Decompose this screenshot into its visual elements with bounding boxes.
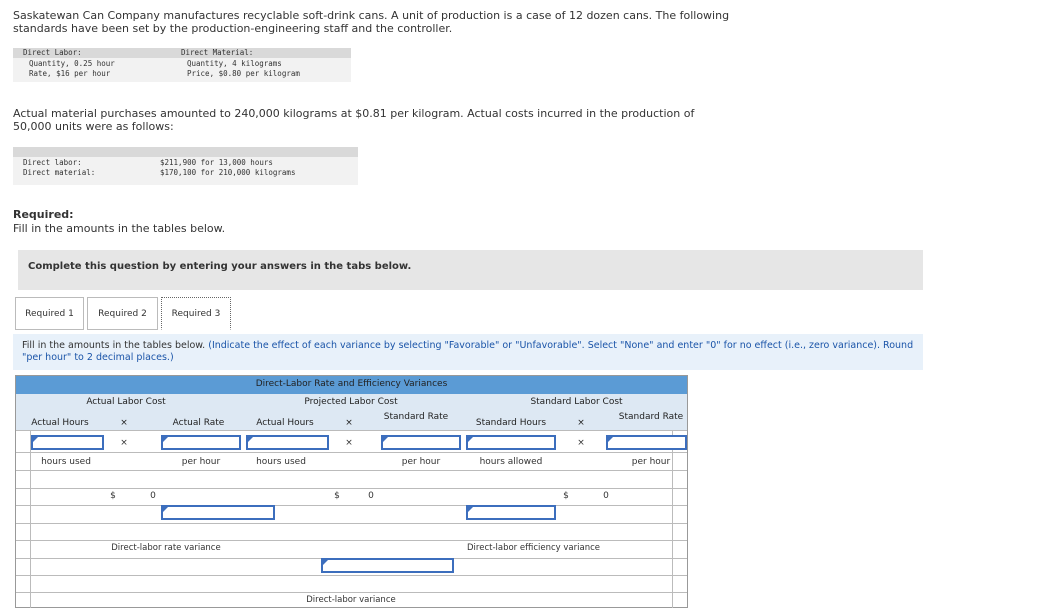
required-title: Required:	[13, 208, 74, 221]
col-actual-hours: Actual Hours	[31, 418, 89, 428]
col-actual-rate: Actual Rate	[172, 418, 225, 428]
unit-hours-allowed: hours allowed	[479, 457, 543, 467]
std-material-qty: Quantity, 4 kilograms	[187, 59, 282, 68]
std-labor-rate: Rate, $16 per hour	[29, 69, 111, 78]
instructions-panel: Fill in the amounts in the tables below.…	[13, 334, 923, 370]
efficiency-variance-amount-input[interactable]	[466, 505, 556, 520]
table-title: Direct-Labor Rate and Efficiency Varianc…	[255, 379, 448, 389]
actual-total-value: 0	[150, 491, 156, 501]
rate-variance-label: Direct-labor rate variance	[111, 543, 221, 553]
dollar-sign: $	[563, 491, 569, 501]
actual-rate-input[interactable]	[161, 435, 241, 450]
col-standard-hours: Standard Hours	[475, 418, 547, 428]
group-standard-labor-cost: Standard Labor Cost	[530, 397, 623, 407]
std-material-price: Price, $0.80 per kilogram	[187, 69, 300, 78]
standard-hours-input[interactable]	[466, 435, 556, 450]
times-sign: ×	[577, 438, 585, 448]
unit-per-hour-3: per hour	[631, 457, 671, 467]
projected-actual-hours-input[interactable]	[246, 435, 329, 450]
std-material-header: Direct Material:	[181, 48, 254, 57]
col-actual-hours-2: Actual Hours	[256, 418, 314, 428]
tab-required-3[interactable]: Required 3	[161, 297, 231, 330]
unit-hours-used-2: hours used	[256, 457, 306, 467]
dollar-sign: $	[110, 491, 116, 501]
unit-per-hour: per hour	[181, 457, 221, 467]
tab-required-1[interactable]: Required 1	[15, 297, 84, 330]
actual-costs-text: Actual material purchases amounted to 24…	[13, 107, 695, 133]
actual-labor-value: $211,900 for 13,000 hours	[160, 158, 273, 167]
col-standard-rate: Standard Rate	[383, 412, 449, 422]
col-standard-rate-2: Standard Rate	[618, 412, 684, 422]
group-projected-labor-cost: Projected Labor Cost	[304, 397, 398, 407]
projected-total-value: 0	[368, 491, 374, 501]
unit-hours-used: hours used	[41, 457, 91, 467]
actual-material-value: $170,100 for 210,000 kilograms	[160, 168, 296, 177]
tab-required-2[interactable]: Required 2	[87, 297, 158, 330]
times-sign: ×	[345, 438, 353, 448]
actual-material-label: Direct material:	[23, 168, 96, 177]
times-sign: ×	[120, 418, 128, 428]
group-actual-labor-cost: Actual Labor Cost	[86, 397, 166, 407]
std-labor-qty: Quantity, 0.25 hour	[29, 59, 115, 68]
actual-hours-input[interactable]	[31, 435, 104, 450]
variance-table: Direct-Labor Rate and Efficiency Varianc…	[15, 375, 688, 608]
instructions-plain: Fill in the amounts in the tables below.	[22, 340, 206, 351]
unit-per-hour-2: per hour	[401, 457, 441, 467]
rate-variance-amount-input[interactable]	[161, 505, 275, 520]
std-labor-header: Direct Labor:	[23, 48, 82, 57]
standards-box: Direct Labor: Quantity, 0.25 hour Rate, …	[13, 48, 351, 82]
efficiency-variance-label: Direct-labor efficiency variance	[467, 543, 600, 553]
labor-variance-label: Direct-labor variance	[306, 595, 396, 605]
standard-total-value: 0	[603, 491, 609, 501]
standard-rate-input[interactable]	[606, 435, 687, 450]
times-sign: ×	[345, 418, 353, 428]
complete-banner-text: Complete this question by entering your …	[28, 261, 412, 272]
actual-labor-label: Direct labor:	[23, 158, 82, 167]
projected-standard-rate-input[interactable]	[381, 435, 461, 450]
problem-intro: Saskatewan Can Company manufactures recy…	[13, 9, 730, 35]
actual-costs-box: Direct labor: Direct material: $211,900 …	[13, 147, 358, 185]
times-sign: ×	[577, 418, 585, 428]
labor-variance-amount-input[interactable]	[321, 558, 454, 573]
times-sign: ×	[120, 438, 128, 448]
required-subtitle: Fill in the amounts in the tables below.	[13, 222, 226, 235]
complete-banner: Complete this question by entering your …	[18, 250, 923, 290]
dollar-sign: $	[334, 491, 340, 501]
